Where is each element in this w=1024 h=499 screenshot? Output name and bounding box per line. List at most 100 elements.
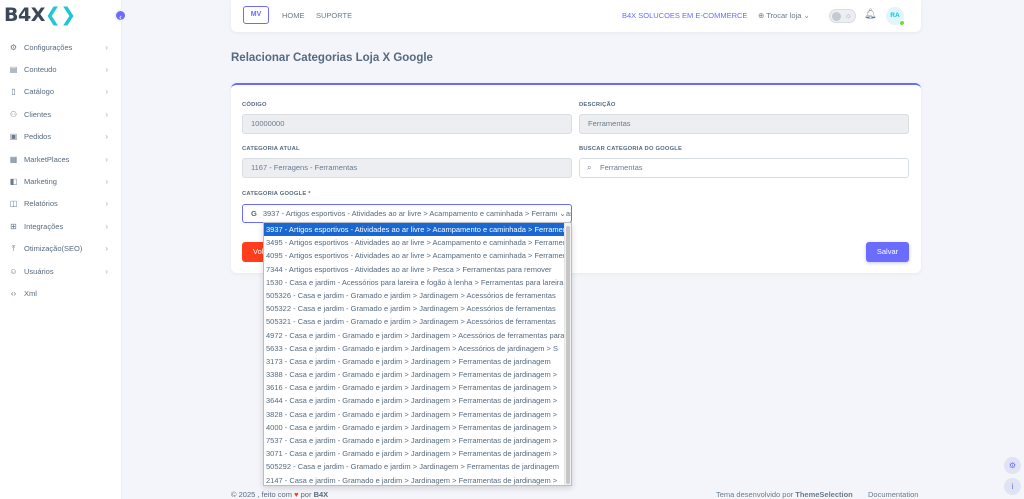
sidebar-item-relatorios[interactable]: ◫ Relatórios ›	[0, 193, 122, 215]
sidebar-item-label: Usuários	[24, 266, 54, 276]
chevron-right-icon: ›	[105, 109, 108, 119]
dropdown-option[interactable]: 1530 - Casa e jardim - Acessórios para l…	[264, 276, 564, 289]
sidebar-item-label: Conteudo	[24, 65, 57, 75]
chevron-right-icon: ›	[105, 42, 108, 52]
avatar[interactable]: RA	[886, 7, 905, 26]
store-icon: ▦	[9, 154, 18, 164]
copyright-text: © 2025 , feito com	[231, 490, 292, 499]
sidebar-item-pedidos[interactable]: ▣ Pedidos ›	[0, 126, 122, 148]
chevron-right-icon: ›	[105, 244, 108, 254]
dropdown-option[interactable]: 3828 - Casa e jardim - Gramado e jardim …	[264, 408, 564, 421]
dropdown-option[interactable]: 2147 - Casa e jardim - Gramado e jardim …	[264, 474, 564, 485]
dropdown-option[interactable]: 3644 - Casa e jardim - Gramado e jardim …	[264, 394, 564, 407]
theme-toggle[interactable]: ☼	[829, 9, 856, 23]
box-icon: ▣	[9, 132, 18, 142]
dropdown-option[interactable]: 4000 - Casa e jardim - Gramado e jardim …	[264, 421, 564, 434]
google-icon: G	[251, 209, 257, 218]
footer-brand-link[interactable]: B4X	[314, 490, 329, 499]
sidebar-item-usuarios[interactable]: ☺ Usuários ›	[0, 260, 122, 282]
categoria-atual-field[interactable]: 1167 - Ferragens - Ferramentas	[242, 158, 572, 178]
descricao-label: DESCRIÇÃO	[579, 102, 616, 108]
chevron-right-icon: ›	[105, 221, 108, 231]
dropdown-option[interactable]: 3071 - Casa e jardim - Gramado e jardim …	[264, 447, 564, 460]
online-status-dot	[899, 20, 905, 26]
users-icon: ⚇	[9, 109, 18, 119]
megaphone-icon: ◧	[9, 177, 18, 187]
dropdown-option[interactable]: 505322 - Casa e jardim - Gramado e jardi…	[264, 302, 564, 315]
codigo-label: CÓDIGO	[242, 102, 267, 108]
trocar-loja-label: Trocar loja	[766, 11, 802, 20]
sidebar-item-otimizacao-seo[interactable]: ⤒ Otimização(SEO) ›	[0, 238, 122, 260]
categoria-google-label: CATEGORIA GOOGLE *	[242, 191, 311, 197]
gear-icon: ⚙	[9, 42, 18, 52]
logo[interactable]: B4X❮❯	[4, 4, 76, 26]
dropdown-option[interactable]: 3616 - Casa e jardim - Gramado e jardim …	[264, 381, 564, 394]
dropdown-option[interactable]: 3388 - Casa e jardim - Gramado e jardim …	[264, 368, 564, 381]
sidebar-item-marketing[interactable]: ◧ Marketing ›	[0, 170, 122, 192]
sidebar-item-marketplaces[interactable]: ▦ MarketPlaces ›	[0, 148, 122, 170]
nav-link-home[interactable]: HOME	[282, 11, 305, 20]
chevron-right-icon: ›	[105, 154, 108, 164]
dropdown-option[interactable]: 505321 - Casa e jardim - Gramado e jardi…	[264, 315, 564, 328]
trocar-loja-dropdown[interactable]: ⊕ Trocar loja ⌄	[758, 11, 810, 20]
sidebar-item-label: Configurações	[24, 42, 73, 52]
chevron-right-icon: ›	[105, 199, 108, 209]
buscar-categoria-input[interactable]: ⌕ Ferramentas	[579, 158, 909, 178]
sidebar-item-label: Relatórios	[24, 199, 58, 209]
chevron-right-icon: ›	[105, 266, 108, 276]
sidebar-item-clientes[interactable]: ⚇ Clientes ›	[0, 103, 122, 125]
scrollbar-thumb[interactable]	[566, 226, 570, 484]
dropdown-option[interactable]: 5633 - Casa e jardim - Gramado e jardim …	[264, 342, 564, 355]
categoria-google-select[interactable]: G 3937 - Artigos esportivos - Atividades …	[242, 204, 572, 223]
buscar-categoria-label: BUSCAR CATEGORIA DO GOOGLE	[579, 146, 683, 152]
theme-author-link[interactable]: ThemeSelection	[795, 490, 853, 499]
buscar-categoria-value: Ferramentas	[600, 163, 643, 172]
chevron-left-icon: ‹	[119, 12, 122, 22]
logo-chevrons-icon: ❮❯	[44, 4, 76, 26]
store-name: B4X SOLUCOES EM E-COMMERCE	[622, 11, 748, 20]
logo-text: B4X	[4, 4, 45, 26]
sidebar-item-xml[interactable]: ‹› Xml	[0, 282, 122, 304]
chevron-right-icon: ›	[105, 65, 108, 75]
dropdown-option[interactable]: 7537 - Casa e jardim - Gramado e jardim …	[264, 434, 564, 447]
dropdown-option[interactable]: 4972 - Casa e jardim - Gramado e jardim …	[264, 329, 564, 342]
sidebar-item-integracoes[interactable]: ⊞ Integrações ›	[0, 215, 122, 237]
sidebar-item-label: Marketing	[24, 177, 57, 187]
sidebar-item-catalogo[interactable]: ▯ Catálogo ›	[0, 81, 122, 103]
sidebar-item-conteudo[interactable]: ▤ Conteudo ›	[0, 58, 122, 80]
dropdown-option[interactable]: 505326 - Casa e jardim - Gramado e jardi…	[264, 289, 564, 302]
upload-icon: ⤒	[11, 244, 16, 254]
sidebar-item-label: Integrações	[24, 221, 64, 231]
sidebar-item-configuracoes[interactable]: ⚙ Configurações ›	[0, 36, 122, 58]
bell-icon[interactable]: 🔔︎	[864, 9, 877, 20]
settings-fab[interactable]: ⚙	[1004, 457, 1021, 474]
documentation-link[interactable]: Documentation	[868, 490, 918, 499]
descricao-field[interactable]: Ferramentas	[579, 114, 909, 134]
avatar-initials: RA	[890, 12, 900, 19]
mv-button[interactable]: MV	[243, 6, 269, 24]
dropdown-scrollbar[interactable]	[564, 223, 571, 485]
categoria-atual-label: CATEGORIA ATUAL	[242, 146, 300, 152]
dropdown-option[interactable]: 3937 - Artigos esportivos - Atividades a…	[264, 223, 564, 237]
dropdown-option[interactable]: 4095 - Artigos esportivos - Atividades a…	[264, 249, 564, 262]
theme-prefix: Tema desenvolvido por	[716, 490, 794, 499]
sidebar-collapse-button[interactable]: ‹	[114, 9, 127, 22]
codigo-field[interactable]: 10000000	[242, 114, 572, 134]
sun-icon: ☼	[844, 11, 852, 20]
chevron-right-icon: ›	[105, 87, 108, 97]
chevron-right-icon: ›	[105, 132, 108, 142]
sidebar-item-label: Pedidos	[24, 132, 52, 142]
dropdown-option[interactable]: 3495 - Artigos esportivos - Atividades a…	[264, 236, 564, 249]
toggle-knob	[832, 12, 841, 21]
book-icon: ▯	[11, 87, 16, 97]
dropdown-option[interactable]: 505292 - Casa e jardim - Gramado e jardi…	[264, 460, 564, 473]
info-fab[interactable]: i	[1004, 478, 1021, 495]
dropdown-option[interactable]: 3173 - Casa e jardim - Gramado e jardim …	[264, 355, 564, 368]
dropdown-option[interactable]: 7344 - Artigos esportivos - Atividades a…	[264, 263, 564, 276]
sidebar-item-label: MarketPlaces	[24, 154, 70, 164]
salvar-button[interactable]: Salvar	[866, 242, 909, 262]
categoria-google-options[interactable]: 3937 - Artigos esportivos - Atividades a…	[263, 222, 572, 486]
nav-link-suporte[interactable]: SUPORTE	[316, 11, 352, 20]
network-icon: ⊞	[10, 221, 17, 231]
info-icon: i	[1011, 482, 1014, 491]
